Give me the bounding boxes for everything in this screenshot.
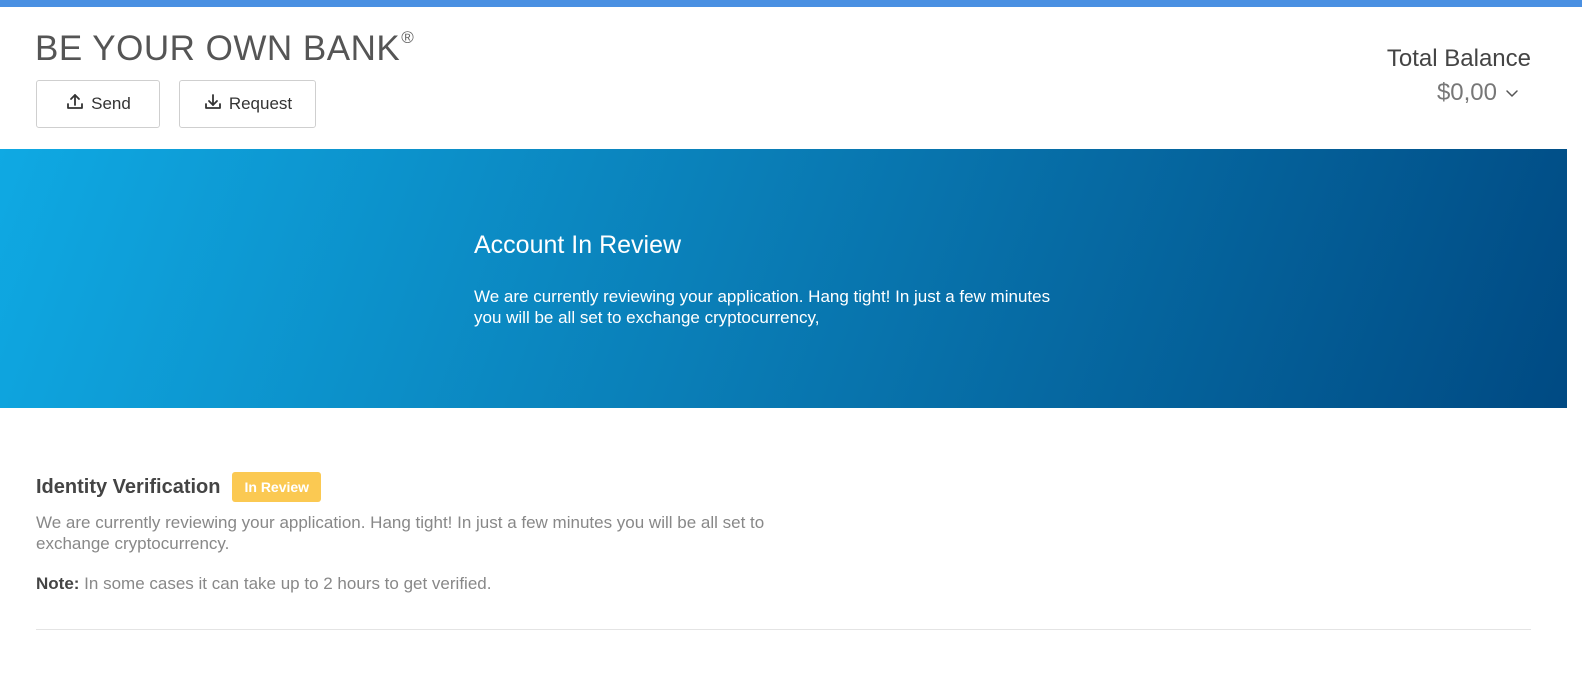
balance-dropdown[interactable]: $0,00 [1387, 79, 1531, 107]
registered-mark: ® [401, 28, 415, 48]
note-text: In some cases it can take up to 2 hours … [79, 574, 492, 593]
request-button-label: Request [228, 94, 293, 113]
section-divider [36, 629, 1531, 630]
send-button[interactable]: Send [36, 80, 160, 128]
send-button-label: Send [91, 94, 131, 113]
upload-icon [65, 92, 85, 117]
identity-verification-section: Identity Verification In Review We are c… [36, 472, 1531, 594]
banner-title: Account In Review [474, 231, 682, 259]
app-header: BE YOUR OWN BANK® Send Request Total Bal… [0, 7, 1582, 149]
download-icon [203, 92, 223, 117]
status-badge: In Review [232, 472, 322, 502]
banner-text: We are currently reviewing your applicat… [474, 287, 1051, 327]
brand-logo: BE YOUR OWN BANK® [35, 28, 415, 69]
section-description: We are currently reviewing your applicat… [36, 513, 765, 553]
request-button[interactable]: Request [179, 80, 316, 128]
account-review-banner: Account In Review We are currently revie… [0, 149, 1567, 408]
balance-title: Total Balance [1386, 45, 1531, 72]
section-title: Identity Verification [36, 475, 221, 498]
chevron-down-icon [1505, 79, 1519, 107]
section-header: Identity Verification In Review [36, 472, 1531, 502]
brand-text: BE YOUR OWN BANK [35, 29, 401, 68]
note-label: Note: [36, 574, 80, 593]
balance-amount: $0,00 [1436, 79, 1497, 106]
total-balance: Total Balance $0,00 [1387, 45, 1531, 107]
top-accent-bar [0, 0, 1582, 7]
verification-note: Note: In some cases it can take up to 2 … [36, 574, 1531, 594]
